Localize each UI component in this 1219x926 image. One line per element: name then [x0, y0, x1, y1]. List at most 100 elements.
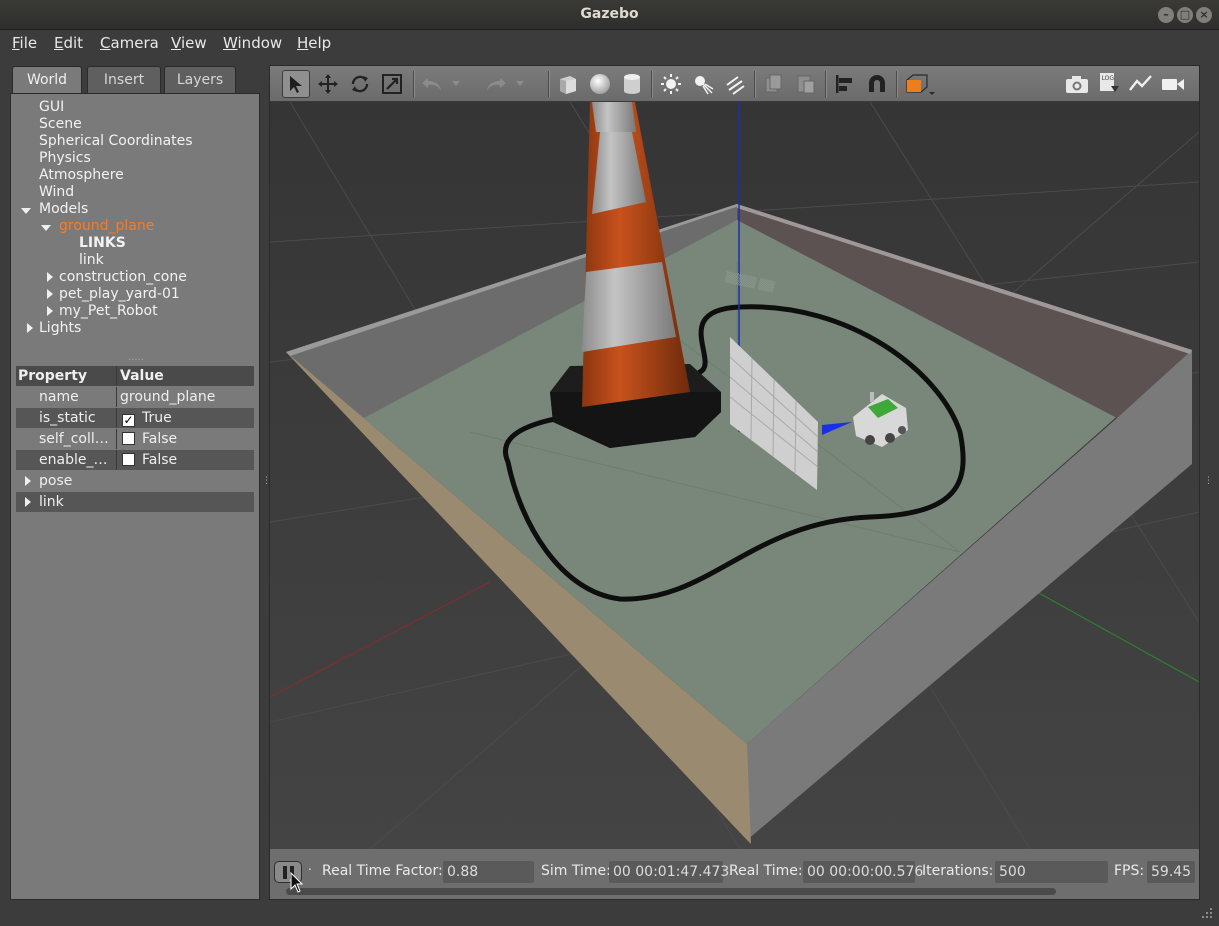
- property-value[interactable]: ground_plane: [116, 387, 254, 407]
- collapse-arrow-icon[interactable]: [47, 272, 53, 282]
- horizontal-scrollbar[interactable]: [286, 888, 1056, 895]
- enable-wind-checkbox[interactable]: [122, 453, 135, 466]
- fps-value: 59.45: [1147, 861, 1195, 883]
- tree-item-construction-cone[interactable]: construction_cone: [59, 269, 187, 285]
- property-group-link[interactable]: link: [16, 492, 254, 512]
- sim-time-value: 00 00:01:47.473: [609, 861, 729, 883]
- window-title: Gazebo: [580, 6, 639, 22]
- property-key: self_coll…: [39, 431, 109, 447]
- rotate-mode-button[interactable]: [346, 70, 374, 98]
- menu-file[interactable]: File: [12, 34, 37, 52]
- scene-toolbar: LOG: [270, 66, 1199, 102]
- sim-time-label: Sim Time:: [541, 863, 611, 879]
- translate-mode-button[interactable]: [314, 70, 342, 98]
- svg-text:LOG: LOG: [1102, 75, 1115, 82]
- scale-mode-button[interactable]: [378, 70, 406, 98]
- property-key: is_static: [39, 410, 96, 426]
- align-left-icon: [836, 75, 852, 93]
- self-collide-checkbox[interactable]: [122, 432, 135, 445]
- property-key: name: [39, 389, 79, 405]
- align-button[interactable]: [831, 70, 859, 98]
- property-group-label: pose: [39, 473, 73, 489]
- menu-view[interactable]: View: [171, 34, 207, 52]
- property-row-self-collide: self_coll… False: [16, 429, 254, 449]
- plot-button[interactable]: [1127, 70, 1155, 98]
- tree-item-spherical-coordinates[interactable]: Spherical Coordinates: [39, 133, 193, 149]
- tree-item-atmosphere[interactable]: Atmosphere: [39, 167, 124, 183]
- tree-item-pet-play-yard[interactable]: pet_play_yard-01: [59, 286, 180, 302]
- copy-icon: [765, 74, 782, 93]
- splitter-handle[interactable]: .....: [128, 352, 144, 363]
- mouse-cursor-icon: [290, 872, 304, 893]
- menu-camera[interactable]: Camera: [100, 34, 159, 52]
- collapse-arrow-icon[interactable]: [47, 306, 53, 316]
- chevron-down-icon: [452, 81, 460, 86]
- magnet-icon: [869, 75, 885, 92]
- iterations-label: Iterations:: [922, 863, 994, 879]
- sphere-shape-button[interactable]: [586, 70, 614, 98]
- menu-bar: File Edit Camera View Window Help: [0, 30, 1219, 58]
- property-row-is-static: is_static ✓ True: [16, 408, 254, 428]
- tab-insert[interactable]: Insert: [87, 66, 161, 94]
- resize-grip-icon[interactable]: [1200, 906, 1214, 920]
- property-group-pose[interactable]: pose: [16, 471, 254, 491]
- is-static-checkbox[interactable]: ✓: [122, 414, 135, 427]
- tree-item-wind[interactable]: Wind: [39, 184, 74, 200]
- minimize-button[interactable]: –: [1158, 7, 1174, 23]
- tab-layers[interactable]: Layers: [164, 66, 236, 94]
- expand-arrow-icon[interactable]: [41, 225, 51, 231]
- tree-item-scene[interactable]: Scene: [39, 116, 82, 132]
- paste-button[interactable]: [792, 70, 820, 98]
- undo-button[interactable]: [418, 70, 446, 98]
- tab-world[interactable]: World: [12, 66, 82, 94]
- tree-item-models[interactable]: Models: [39, 201, 88, 217]
- chevron-down-icon: [516, 81, 524, 86]
- redo-button[interactable]: [482, 70, 510, 98]
- chart-line-icon: [1129, 75, 1152, 91]
- menu-window[interactable]: Window: [223, 34, 282, 52]
- collapse-arrow-icon[interactable]: [27, 323, 33, 333]
- tree-item-ground-plane[interactable]: ground_plane: [59, 218, 154, 234]
- step-indicator: .: [308, 859, 312, 873]
- 3d-viewport[interactable]: ▒▒▒▒ ▒▒: [270, 102, 1199, 849]
- tree-links-header: LINKS: [79, 235, 126, 251]
- tree-item-my-pet-robot[interactable]: my_Pet_Robot: [59, 303, 158, 319]
- arrow-cursor-icon: [290, 76, 302, 93]
- redo-history-dropdown[interactable]: [514, 70, 526, 98]
- collapse-arrow-icon[interactable]: [47, 289, 53, 299]
- snap-button[interactable]: [863, 70, 891, 98]
- property-group-label: link: [39, 494, 64, 510]
- tree-item-gui[interactable]: GUI: [39, 99, 64, 115]
- property-key: enable_…: [39, 452, 108, 468]
- directional-light-button[interactable]: [721, 70, 749, 98]
- menu-help[interactable]: Help: [297, 34, 331, 52]
- toolbar-separator: [754, 71, 756, 97]
- scene-render: ▒▒▒▒ ▒▒: [270, 102, 1199, 849]
- log-button[interactable]: LOG: [1095, 70, 1123, 98]
- tree-item-lights[interactable]: Lights: [39, 320, 81, 336]
- spot-light-button[interactable]: [689, 70, 717, 98]
- sphere-icon: [590, 74, 610, 94]
- record-video-button[interactable]: [1159, 70, 1187, 98]
- close-button[interactable]: ×: [1196, 7, 1212, 23]
- point-light-button[interactable]: [657, 70, 685, 98]
- spotlight-icon: [695, 76, 714, 95]
- cylinder-shape-button[interactable]: [618, 70, 646, 98]
- log-icon: LOG: [1100, 73, 1119, 92]
- real-time-value: 00 00:00:00.576: [803, 861, 923, 883]
- directional-light-icon: [726, 76, 745, 95]
- rotate-icon: [351, 75, 369, 93]
- view-angle-button[interactable]: [902, 70, 938, 98]
- tree-item-link[interactable]: link: [79, 252, 104, 268]
- box-shape-button[interactable]: [554, 70, 582, 98]
- menu-edit[interactable]: Edit: [54, 34, 83, 52]
- expand-arrow-icon[interactable]: [21, 208, 31, 214]
- screenshot-button[interactable]: [1063, 70, 1091, 98]
- status-bar: . Real Time Factor: 0.88 Sim Time: 00 00…: [270, 849, 1199, 899]
- maximize-button[interactable]: □: [1177, 7, 1193, 23]
- tree-item-physics[interactable]: Physics: [39, 150, 91, 166]
- select-mode-button[interactable]: [282, 70, 310, 98]
- copy-button[interactable]: [760, 70, 788, 98]
- right-panel-splitter[interactable]: ⋮: [1204, 476, 1213, 486]
- undo-history-dropdown[interactable]: [450, 70, 462, 98]
